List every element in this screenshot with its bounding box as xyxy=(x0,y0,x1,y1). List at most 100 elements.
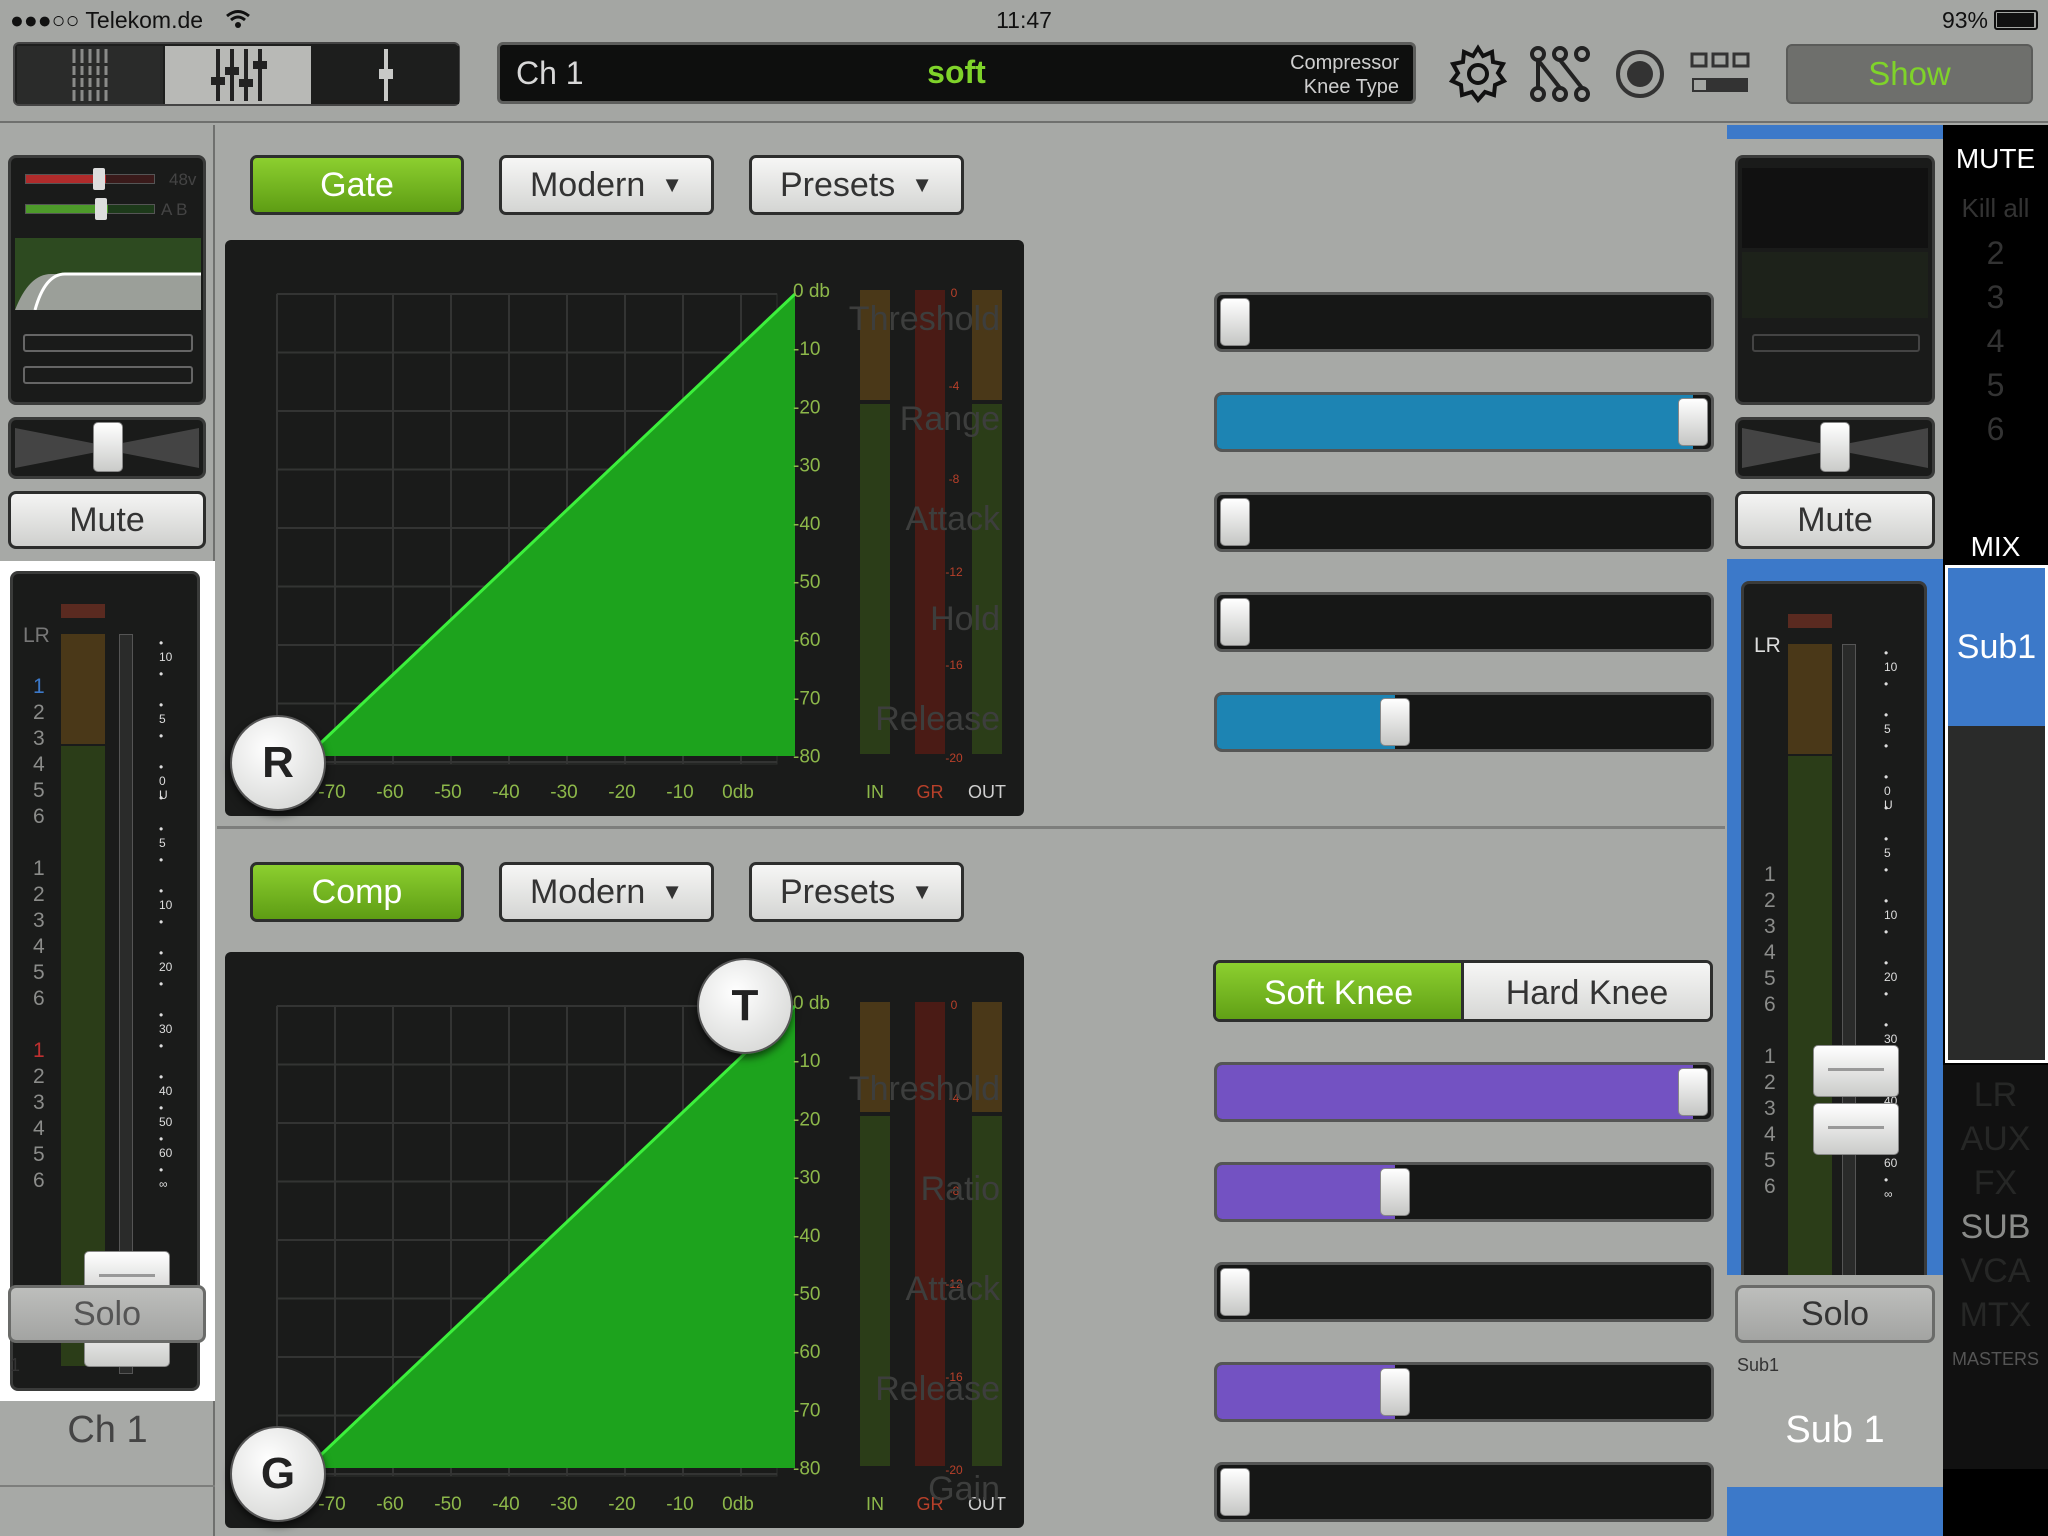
bus-assign-number[interactable]: 3 xyxy=(33,726,45,752)
bus-assign-number[interactable]: 5 xyxy=(33,960,45,986)
release-slider[interactable] xyxy=(1214,692,1714,752)
gain-slider[interactable] xyxy=(1214,1462,1714,1522)
attack-slider[interactable] xyxy=(1214,492,1714,552)
slider-thumb[interactable] xyxy=(1220,1268,1250,1316)
channel-view-button[interactable] xyxy=(313,46,459,104)
attack-slider[interactable] xyxy=(1214,1262,1714,1322)
bus-assign-number[interactable]: 3 xyxy=(33,908,45,934)
fader-track[interactable]: LR 123456123456 • 10 • • 5 • • 0 U • • 5 • •… xyxy=(1741,581,1927,1384)
bus-assign-number[interactable]: 6 xyxy=(33,1168,45,1194)
channel-mini-overview[interactable]: 48v A B xyxy=(8,155,206,405)
master-category-mtx[interactable]: MTX xyxy=(1943,1293,2048,1337)
comp-mode-dropdown[interactable]: Modern ▼ xyxy=(499,862,714,922)
channel-name[interactable]: Ch 1 xyxy=(0,1409,215,1452)
slider-thumb[interactable] xyxy=(1678,1068,1708,1116)
slider-thumb[interactable] xyxy=(1380,698,1411,746)
pan-knob[interactable] xyxy=(93,422,123,472)
overview-view-button[interactable] xyxy=(17,46,163,104)
bus-assign-number[interactable]: 3 xyxy=(1764,1096,1776,1122)
solo-button[interactable]: Solo xyxy=(1735,1285,1935,1343)
slider-thumb[interactable] xyxy=(1220,298,1250,346)
bus-assign-number[interactable]: 2 xyxy=(33,700,45,726)
bus-assign-number[interactable]: 2 xyxy=(33,1064,45,1090)
slider-thumb[interactable] xyxy=(1220,598,1250,646)
bus-assign-number[interactable]: 1 xyxy=(1764,862,1776,888)
comp-gain-handle[interactable]: G xyxy=(230,1426,326,1522)
bus-assign-number[interactable]: 2 xyxy=(1764,888,1776,914)
bus-assign-number[interactable]: 4 xyxy=(33,752,45,778)
mute-button[interactable]: Mute xyxy=(8,491,206,549)
master-category-fx[interactable]: FX xyxy=(1943,1161,2048,1205)
bus-assign-number[interactable]: 1 xyxy=(33,1038,45,1064)
hard-knee-button[interactable]: Hard Knee xyxy=(1464,963,1710,1019)
comp-graph[interactable]: 0 db -10 -20 -30 -40 -50 -60 -70 -80 -70 -60 -50 -40… xyxy=(225,952,1024,1528)
bus-assign-number[interactable]: 6 xyxy=(1764,1174,1776,1200)
comp-enable-button[interactable]: Comp xyxy=(250,862,464,922)
settings-button[interactable] xyxy=(1446,44,1510,104)
bus-assign-number[interactable]: 3 xyxy=(1764,914,1776,940)
slider-thumb[interactable] xyxy=(1220,1468,1250,1516)
bus-assign-number[interactable]: 5 xyxy=(1764,966,1776,992)
range-slider[interactable] xyxy=(1214,392,1714,452)
mute-group-4[interactable]: 4 xyxy=(1943,319,2048,363)
bus-assign-number[interactable]: 6 xyxy=(33,986,45,1012)
mute-group-6[interactable]: 6 xyxy=(1943,407,2048,451)
bus-assign-number[interactable]: 4 xyxy=(1764,940,1776,966)
mute-group-2[interactable]: 2 xyxy=(1943,231,2048,275)
mixer-view-button[interactable] xyxy=(165,46,311,104)
solo-button[interactable]: Solo xyxy=(8,1285,206,1343)
mute-group-3[interactable]: 3 xyxy=(1943,275,2048,319)
bus-assign-number[interactable]: 2 xyxy=(1764,1070,1776,1096)
comp-threshold-handle[interactable]: T xyxy=(697,958,793,1054)
hold-slider[interactable] xyxy=(1214,592,1714,652)
master-category-vca[interactable]: VCA xyxy=(1943,1249,2048,1293)
ratio-slider[interactable] xyxy=(1214,1162,1714,1222)
record-button[interactable] xyxy=(1608,44,1672,104)
show-button[interactable]: Show xyxy=(1786,44,2033,104)
bus-assign-number[interactable]: 5 xyxy=(1764,1148,1776,1174)
fader-cap[interactable] xyxy=(1813,1103,1899,1155)
master-category-lr[interactable]: LR xyxy=(1943,1073,2048,1117)
bus-assign-number[interactable]: 4 xyxy=(33,1116,45,1142)
right-channel-strip: Mute LR 123456123456 • 10 • • 5 • • 0 U • •… xyxy=(1727,125,1943,1536)
mute-button[interactable]: Mute xyxy=(1735,491,1935,549)
soft-knee-button[interactable]: Soft Knee xyxy=(1216,963,1464,1019)
mix-item-sub1[interactable]: Sub1 xyxy=(1948,568,2045,726)
gate-enable-button[interactable]: Gate xyxy=(250,155,464,215)
fader-cap-sub[interactable] xyxy=(1813,1045,1899,1097)
master-category-sub[interactable]: SUB xyxy=(1943,1205,2048,1249)
threshold-slider[interactable] xyxy=(1214,292,1714,352)
comp-presets-dropdown[interactable]: Presets ▼ xyxy=(749,862,964,922)
scale-tick: • xyxy=(159,791,164,805)
bus-assign-number[interactable]: 4 xyxy=(1764,1122,1776,1148)
slider-thumb[interactable] xyxy=(1678,398,1708,446)
bus-assign-number[interactable]: 5 xyxy=(33,778,45,804)
bus-assign-number[interactable]: 5 xyxy=(33,1142,45,1168)
slider-thumb[interactable] xyxy=(1380,1168,1411,1216)
channel-name[interactable]: Sub 1 xyxy=(1727,1409,1943,1452)
bus-assign-number[interactable]: 2 xyxy=(33,882,45,908)
release-slider[interactable] xyxy=(1214,1362,1714,1422)
bus-assign-number[interactable]: 3 xyxy=(33,1090,45,1116)
layout-button[interactable] xyxy=(1688,44,1752,104)
slider-thumb[interactable] xyxy=(1380,1368,1411,1416)
bus-assign-number[interactable]: 1 xyxy=(1764,1044,1776,1070)
threshold-slider[interactable] xyxy=(1214,1062,1714,1122)
gate-mode-dropdown[interactable]: Modern ▼ xyxy=(499,155,714,215)
slider-thumb[interactable] xyxy=(1220,498,1250,546)
pan-knob[interactable] xyxy=(1820,422,1850,472)
bus-assign-number[interactable]: 1 xyxy=(33,856,45,882)
gate-presets-dropdown[interactable]: Presets ▼ xyxy=(749,155,964,215)
sub-mini-overview[interactable] xyxy=(1735,155,1935,405)
master-category-aux[interactable]: AUX xyxy=(1943,1117,2048,1161)
routing-button[interactable] xyxy=(1528,44,1592,104)
pan-control[interactable] xyxy=(1735,417,1935,479)
kill-all-button[interactable]: Kill all xyxy=(1943,193,2048,224)
gate-range-handle[interactable]: R xyxy=(230,715,326,811)
bus-assign-number[interactable]: 6 xyxy=(33,804,45,830)
mute-group-5[interactable]: 5 xyxy=(1943,363,2048,407)
pan-control[interactable] xyxy=(8,417,206,479)
bus-assign-number[interactable]: 4 xyxy=(33,934,45,960)
bus-assign-number[interactable]: 6 xyxy=(1764,992,1776,1018)
bus-assign-number[interactable]: 1 xyxy=(33,674,45,700)
